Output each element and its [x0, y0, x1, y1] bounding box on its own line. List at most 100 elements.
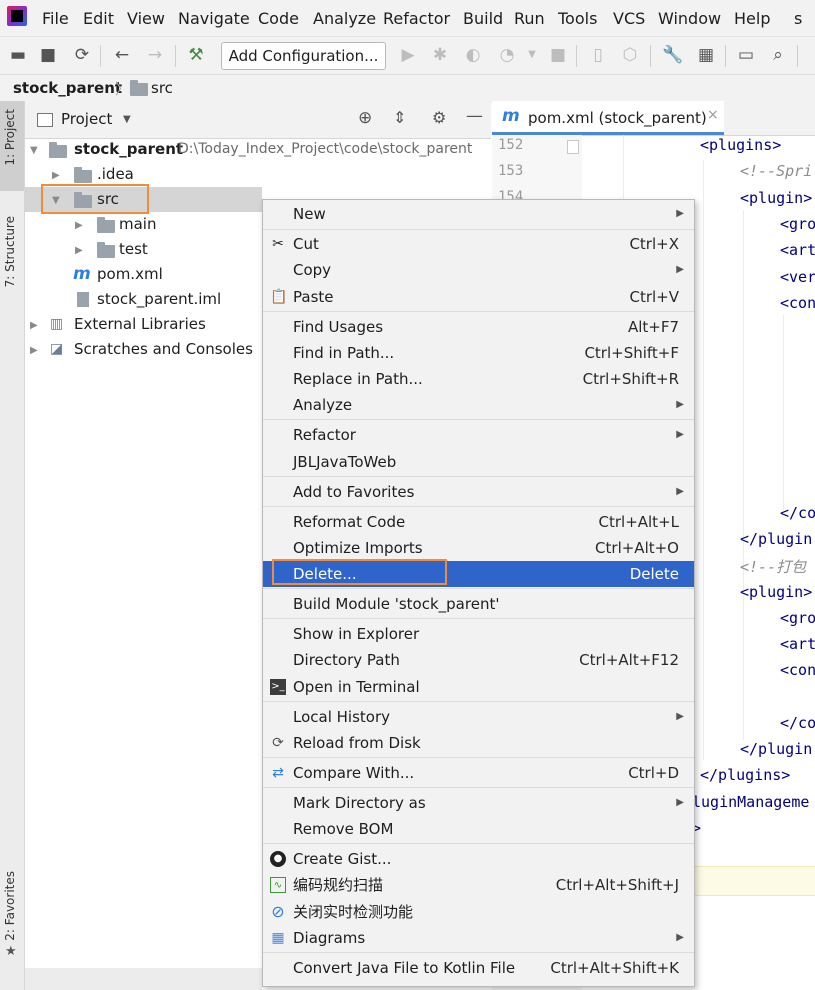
add-configuration-button[interactable]: Add Configuration...	[221, 42, 386, 70]
menu-item-directory-path[interactable]: Directory Path Ctrl+Alt+F12	[263, 647, 694, 673]
menu-item-remove-bom[interactable]: Remove BOM	[263, 816, 694, 842]
tree-item-scratches[interactable]: ▶ ◪ Scratches and Consoles	[30, 337, 260, 362]
menu-file[interactable]: File	[42, 9, 69, 28]
menu-item-replace-in-path[interactable]: Replace in Path... Ctrl+Shift+R	[263, 366, 694, 392]
menu-build[interactable]: Build	[463, 9, 503, 28]
menu-analyze[interactable]: Analyze	[313, 9, 376, 28]
code-line: </plugin	[740, 530, 813, 548]
tree-item-test[interactable]: ▶ test	[73, 237, 253, 262]
library-icon: ▥	[50, 316, 64, 332]
debug-icon[interactable]: ✱	[430, 45, 450, 65]
disable-icon: ⊘	[271, 902, 285, 921]
project-panel-title[interactable]: Project	[61, 110, 112, 128]
profile-icon[interactable]: ◔	[497, 45, 517, 65]
forward-icon[interactable]: →	[145, 45, 165, 65]
code-line: <plugin>	[740, 583, 813, 601]
tree-root[interactable]: ▼ stock_parent D:\Today_Index_Project\co…	[30, 137, 490, 162]
menu-item-convert-to-kotlin[interactable]: Convert Java File to Kotlin File Ctrl+Alt…	[263, 955, 694, 981]
context-menu: New ▶ ✂ Cut Ctrl+X Copy ▶ 📋 Paste Ctrl+V Find …	[262, 199, 695, 987]
terminal-window-icon[interactable]: ▭	[736, 45, 756, 65]
save-icon[interactable]: ■	[38, 45, 58, 65]
search-icon[interactable]: ⌕	[768, 45, 788, 65]
menu-item-jbljavatoweb[interactable]: JBLJavaToWeb	[263, 449, 694, 475]
menu-help[interactable]: Help	[734, 9, 770, 28]
close-icon[interactable]: ×	[707, 107, 719, 123]
tree-item-main[interactable]: ▶ main	[73, 212, 253, 237]
expanded-arrow-icon[interactable]: ▼	[30, 138, 38, 163]
menu-code[interactable]: Code	[258, 9, 299, 28]
menu-window[interactable]: Window	[658, 9, 721, 28]
stop-icon[interactable]: ■	[548, 45, 568, 65]
menu-item-analyze[interactable]: Analyze ▶	[263, 392, 694, 418]
sync-icon[interactable]: ⟳	[72, 45, 92, 65]
menu-item-code-scan[interactable]: ∿ 编码规约扫描 Ctrl+Alt+Shift+J	[263, 872, 694, 898]
menu-item-new[interactable]: New ▶	[263, 201, 694, 227]
menu-item-local-history[interactable]: Local History ▶	[263, 704, 694, 730]
coverage-icon[interactable]: ◐	[463, 45, 483, 65]
highlight-box-delete	[272, 559, 447, 585]
menu-item-cut[interactable]: ✂ Cut Ctrl+X	[263, 231, 694, 257]
menu-vcs[interactable]: VCS	[613, 9, 645, 28]
fold-marker-icon[interactable]	[567, 140, 579, 154]
tree-item-label: stock_parent.iml	[97, 290, 222, 308]
locate-icon[interactable]: ⊕	[358, 108, 372, 128]
breadcrumb-folder[interactable]: src	[151, 79, 173, 97]
open-folder-icon[interactable]: ▬	[8, 45, 28, 65]
tree-item-pom[interactable]: m pom.xml	[73, 262, 253, 287]
menu-item-create-gist[interactable]: ● Create Gist...	[263, 846, 694, 872]
device-icon[interactable]: ▯	[588, 45, 608, 65]
collapsed-arrow-icon[interactable]: ▶	[75, 213, 83, 238]
tab-favorites[interactable]: 2: Favorites	[3, 871, 17, 941]
collapsed-arrow-icon[interactable]: ▶	[75, 238, 83, 263]
build-hammer-icon[interactable]: ⚒	[186, 45, 206, 65]
menu-item-compare-with[interactable]: ⇄ Compare With... Ctrl+D	[263, 760, 694, 786]
menu-item-find-in-path[interactable]: Find in Path... Ctrl+Shift+F	[263, 340, 694, 366]
menu-item-reload-from-disk[interactable]: ⟳ Reload from Disk	[263, 730, 694, 756]
chevron-down-icon[interactable]: ▼	[522, 45, 542, 65]
wrench-icon[interactable]: 🔧	[662, 45, 683, 65]
deploy-icon[interactable]: ⬡	[620, 45, 640, 65]
tree-item-external-libraries[interactable]: ▶ ▥ External Libraries	[30, 312, 260, 337]
code-comment: <!--Spri	[740, 162, 813, 180]
run-icon[interactable]: ▶	[398, 45, 418, 65]
project-structure-icon[interactable]: ▦	[696, 45, 716, 65]
chevron-down-icon[interactable]: ▼	[123, 114, 131, 125]
menu-edit[interactable]: Edit	[83, 9, 114, 28]
menu-item-refactor[interactable]: Refactor ▶	[263, 422, 694, 448]
menu-item-paste[interactable]: 📋 Paste Ctrl+V	[263, 284, 694, 310]
tab-pom[interactable]: m pom.xml (stock_parent) ×	[492, 101, 724, 135]
menu-item-disable-realtime-check[interactable]: ⊘ 关闭实时检测功能	[263, 899, 694, 925]
menu-item-add-to-favorites[interactable]: Add to Favorites ▶	[263, 479, 694, 505]
tree-item-iml[interactable]: stock_parent.iml	[73, 287, 263, 312]
menu-item-show-in-explorer[interactable]: Show in Explorer	[263, 621, 694, 647]
menu-item-build-module[interactable]: Build Module 'stock_parent'	[263, 591, 694, 617]
code-line: <plugin>	[740, 189, 813, 207]
breadcrumb-separator-icon: 〉	[115, 80, 131, 98]
collapse-all-icon[interactable]: ⇕	[393, 108, 406, 127]
gear-icon[interactable]: ⚙	[432, 108, 446, 127]
tab-project[interactable]: 1: Project	[3, 109, 17, 166]
menu-item-find-usages[interactable]: Find Usages Alt+F7	[263, 314, 694, 340]
menu-view[interactable]: View	[127, 9, 165, 28]
tab-structure[interactable]: 7: Structure	[3, 216, 17, 287]
menu-item-copy[interactable]: Copy ▶	[263, 257, 694, 283]
breadcrumb-project[interactable]: stock_parent	[13, 79, 122, 97]
back-icon[interactable]: ←	[112, 45, 132, 65]
submenu-arrow-icon: ▶	[676, 399, 684, 410]
menu-item-open-in-terminal[interactable]: >_ Open in Terminal	[263, 674, 694, 700]
line-number: 152	[498, 137, 524, 153]
menu-item-mark-directory-as[interactable]: Mark Directory as ▶	[263, 790, 694, 816]
submenu-arrow-icon: ▶	[676, 797, 684, 808]
menu-run[interactable]: Run	[514, 9, 545, 28]
menu-item-reformat-code[interactable]: Reformat Code Ctrl+Alt+L	[263, 509, 694, 535]
diagram-icon: ▦	[271, 930, 285, 946]
menu-navigate[interactable]: Navigate	[178, 9, 250, 28]
menu-refactor[interactable]: Refactor	[383, 9, 450, 28]
collapsed-arrow-icon[interactable]: ▶	[30, 313, 38, 338]
menu-item-diagrams[interactable]: ▦ Diagrams ▶	[263, 925, 694, 951]
menu-tools[interactable]: Tools	[558, 9, 597, 28]
menu-item-optimize-imports[interactable]: Optimize Imports Ctrl+Alt+O	[263, 535, 694, 561]
hide-panel-icon[interactable]: —	[466, 106, 483, 126]
collapsed-arrow-icon[interactable]: ▶	[30, 338, 38, 363]
maven-icon: m	[502, 106, 520, 126]
